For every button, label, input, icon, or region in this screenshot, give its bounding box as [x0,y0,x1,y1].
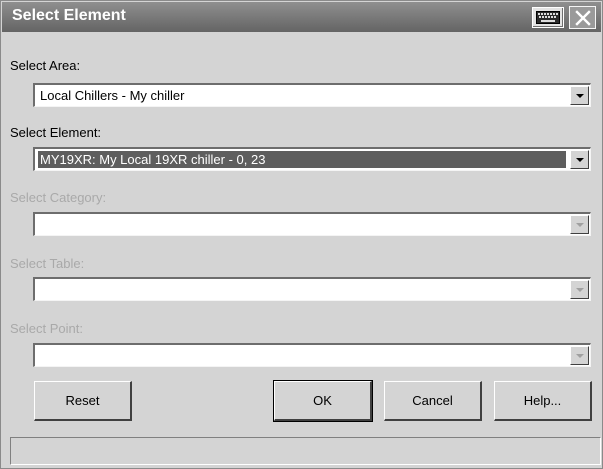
select-point-arrow[interactable] [570,346,589,365]
window-title: Select Element [12,7,126,24]
close-button[interactable] [569,6,596,29]
keyboard-button[interactable] [532,7,564,28]
chevron-down-icon [575,222,584,227]
select-element-label: Select Element: [10,125,102,140]
select-area-value: Local Chillers - My chiller [40,88,185,103]
close-icon [574,9,591,26]
select-table-arrow[interactable] [570,280,589,299]
select-area-dropdown[interactable]: Local Chillers - My chiller [33,83,591,107]
chevron-down-icon [575,93,584,98]
title-bar[interactable]: Select Element [2,2,601,32]
ok-button[interactable]: OK [273,380,373,422]
select-category-dropdown[interactable] [33,212,591,236]
select-point-label: Select Point: [10,321,83,336]
select-category-arrow[interactable] [570,215,589,234]
select-category-label: Select Category: [10,190,107,205]
select-table-value [38,281,42,298]
chevron-down-icon [575,353,584,358]
status-bar [10,437,601,465]
select-element-value: MY19XR: My Local 19XR chiller - 0, 23 [38,151,566,168]
reset-button[interactable]: Reset [34,381,132,421]
select-point-value [38,347,42,364]
chevron-down-icon [575,157,584,162]
select-point-dropdown[interactable] [33,343,591,367]
select-area-label: Select Area: [10,58,81,73]
select-category-value [38,216,42,233]
keyboard-icon [536,11,560,24]
select-area-arrow[interactable] [570,86,589,105]
select-element-dropdown[interactable]: MY19XR: My Local 19XR chiller - 0, 23 [33,147,591,171]
select-element-arrow[interactable] [570,150,589,169]
chevron-down-icon [575,287,584,292]
select-element-dialog: Select Element Select Area: Local Chille… [0,0,603,469]
select-table-label: Select Table: [10,256,85,271]
cancel-button[interactable]: Cancel [384,381,482,421]
help-button[interactable]: Help... [494,381,592,421]
select-table-dropdown[interactable] [33,277,591,301]
